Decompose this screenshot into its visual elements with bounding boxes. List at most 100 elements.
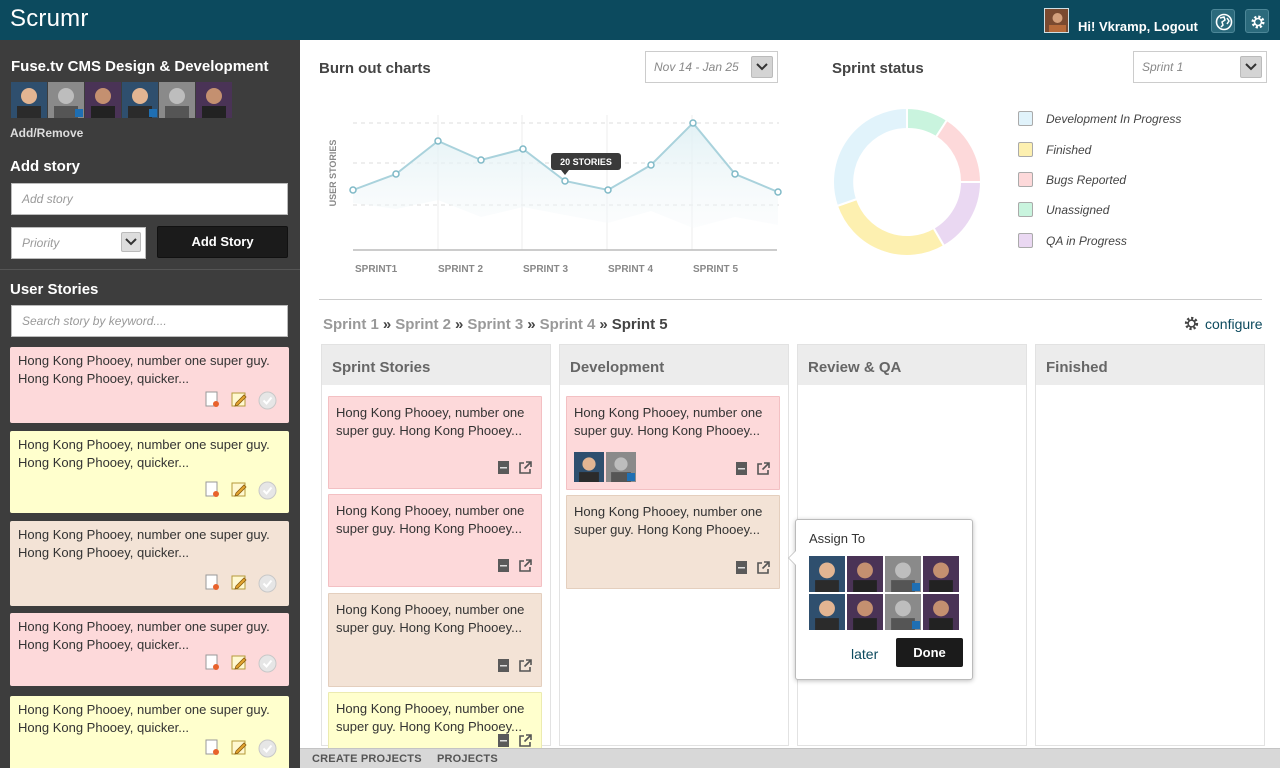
legend-item: Development In Progress xyxy=(1018,111,1181,126)
team-member-avatar[interactable] xyxy=(48,82,84,118)
x-tick-label: SPRINT 4 xyxy=(608,264,653,275)
assignee-option-avatar[interactable] xyxy=(923,556,959,592)
globe-button[interactable] xyxy=(1211,9,1235,33)
document-icon[interactable] xyxy=(735,461,749,481)
assignee-option-avatar[interactable] xyxy=(923,594,959,630)
document-icon[interactable] xyxy=(497,460,511,480)
check-icon[interactable] xyxy=(258,739,277,763)
data-point[interactable] xyxy=(434,137,442,145)
create-projects-tab[interactable]: CREATE PROJECTS xyxy=(312,753,422,765)
app-logo[interactable]: Scrumr xyxy=(10,5,89,33)
user-avatar[interactable] xyxy=(1044,8,1069,33)
configure-link[interactable]: configure xyxy=(1183,315,1263,332)
assignee-avatar[interactable] xyxy=(574,452,604,482)
story-card[interactable]: Hong Kong Phooey, number one super guy. … xyxy=(566,495,780,589)
team-member-avatar[interactable] xyxy=(196,82,232,118)
open-external-icon[interactable] xyxy=(518,658,533,678)
assignee-option-avatar[interactable] xyxy=(809,556,845,592)
column-title: Review & QA xyxy=(808,359,902,376)
donut-segment-bugs[interactable] xyxy=(934,118,983,183)
data-point[interactable] xyxy=(689,119,697,127)
data-point[interactable] xyxy=(349,186,357,194)
data-point[interactable] xyxy=(392,170,400,178)
check-icon[interactable] xyxy=(258,654,277,678)
story-card[interactable]: Hong Kong Phooey, number one super guy. … xyxy=(566,396,780,490)
document-icon[interactable] xyxy=(497,658,511,678)
legend-swatch xyxy=(1018,172,1033,187)
assignee-grid xyxy=(809,556,959,630)
story-card[interactable]: Hong Kong Phooey, number one super guy. … xyxy=(328,494,542,587)
priority-select[interactable]: Priority xyxy=(11,227,146,259)
data-point[interactable] xyxy=(519,145,527,153)
edit-icon[interactable] xyxy=(231,481,248,505)
date-range-select[interactable]: Nov 14 - Jan 25 xyxy=(645,51,778,83)
document-icon[interactable] xyxy=(497,558,511,578)
assignee-option-avatar[interactable] xyxy=(847,594,883,630)
check-icon[interactable] xyxy=(258,391,277,415)
edit-icon[interactable] xyxy=(231,654,248,678)
done-button[interactable]: Done xyxy=(896,638,963,667)
user-story-card[interactable]: Hong Kong Phooey, number one super guy. … xyxy=(10,431,289,513)
edit-icon[interactable] xyxy=(231,739,248,763)
check-icon[interactable] xyxy=(258,574,277,598)
add-story-input[interactable]: Add story xyxy=(11,183,288,215)
data-point[interactable] xyxy=(561,177,569,185)
breadcrumb-sprint-2[interactable]: Sprint 2 xyxy=(395,316,451,333)
team-member-avatar[interactable] xyxy=(159,82,195,118)
assignee-option-avatar[interactable] xyxy=(847,556,883,592)
breadcrumb-sprint-1[interactable]: Sprint 1 xyxy=(323,316,379,333)
data-point[interactable] xyxy=(647,161,655,169)
team-member-avatar[interactable] xyxy=(122,82,158,118)
add-story-button[interactable]: Add Story xyxy=(157,226,288,258)
donut-segment-finished[interactable] xyxy=(835,197,946,257)
note-icon[interactable] xyxy=(205,654,221,678)
later-link[interactable]: later xyxy=(851,646,878,662)
note-icon[interactable] xyxy=(205,391,221,415)
user-story-card[interactable]: Hong Kong Phooey, number one super guy. … xyxy=(10,613,289,686)
open-external-icon[interactable] xyxy=(756,461,771,481)
assignee-option-avatar[interactable] xyxy=(885,556,921,592)
user-story-card[interactable]: Hong Kong Phooey, number one super guy. … xyxy=(10,521,289,606)
story-card[interactable]: Hong Kong Phooey, number one super guy. … xyxy=(328,396,542,489)
breadcrumb-separator: » xyxy=(599,316,608,333)
data-point[interactable] xyxy=(477,156,485,164)
open-external-icon[interactable] xyxy=(756,560,771,580)
check-icon[interactable] xyxy=(258,481,277,505)
open-external-icon[interactable] xyxy=(518,460,533,480)
assignee-option-avatar[interactable] xyxy=(885,594,921,630)
add-remove-link[interactable]: Add/Remove xyxy=(10,126,83,140)
assignee-option-avatar[interactable] xyxy=(809,594,845,630)
edit-icon[interactable] xyxy=(231,391,248,415)
data-point[interactable] xyxy=(774,188,782,196)
donut-segment-development[interactable] xyxy=(832,106,908,208)
legend-label: Bugs Reported xyxy=(1046,172,1127,187)
user-greeting-logout[interactable]: Hi! Vkramp, Logout xyxy=(1078,19,1198,34)
legend-swatch xyxy=(1018,111,1033,126)
popover-title: Assign To xyxy=(809,531,866,546)
legend-swatch xyxy=(1018,202,1033,217)
column-header: Sprint Stories xyxy=(322,345,550,385)
open-external-icon[interactable] xyxy=(518,558,533,578)
story-card[interactable]: Hong Kong Phooey, number one super guy. … xyxy=(328,593,542,687)
document-icon[interactable] xyxy=(735,560,749,580)
sprint-select[interactable]: Sprint 1 xyxy=(1133,51,1267,83)
breadcrumb-sprint-3[interactable]: Sprint 3 xyxy=(467,316,523,333)
note-icon[interactable] xyxy=(205,481,221,505)
team-member-avatar[interactable] xyxy=(85,82,121,118)
user-story-card[interactable]: Hong Kong Phooey, number one super guy. … xyxy=(10,696,289,768)
search-story-input[interactable]: Search story by keyword.... xyxy=(11,305,288,337)
data-point[interactable] xyxy=(731,170,739,178)
donut-segment-qa[interactable] xyxy=(932,181,983,248)
team-member-avatar[interactable] xyxy=(11,82,47,118)
breadcrumb-sprint-4[interactable]: Sprint 4 xyxy=(540,316,596,333)
note-icon[interactable] xyxy=(205,574,221,598)
settings-button[interactable] xyxy=(1245,9,1269,33)
user-story-card[interactable]: Hong Kong Phooey, number one super guy. … xyxy=(10,347,289,423)
legend-swatch xyxy=(1018,233,1033,248)
projects-tab[interactable]: PROJECTS xyxy=(437,753,498,765)
note-icon[interactable] xyxy=(205,739,221,763)
assignee-avatar[interactable] xyxy=(606,452,636,482)
edit-icon[interactable] xyxy=(231,574,248,598)
sprint-status-title: Sprint status xyxy=(832,60,924,77)
data-point[interactable] xyxy=(604,186,612,194)
